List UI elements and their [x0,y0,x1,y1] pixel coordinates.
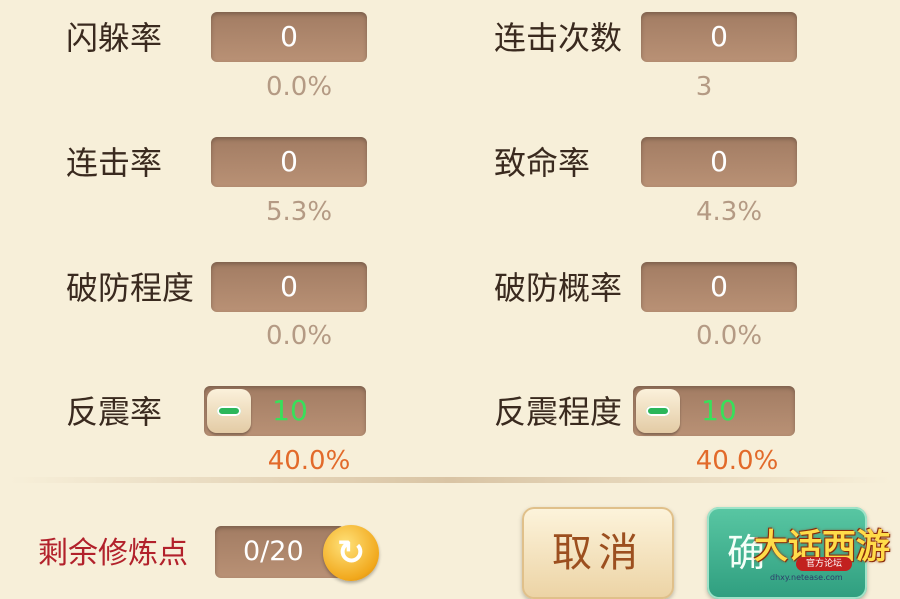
stat-percent-combo-rate: 5.3% [265,197,333,227]
stat-label-combo-count: 连击次数 [494,19,623,57]
stat-value-armor-break-degree: 0 [211,262,367,312]
stat-value-counter-rate: 10 [204,386,366,436]
stat-value-armor-break-chance: 0 [641,262,797,312]
stat-label-counter-rate: 反震率 [66,393,163,431]
stat-percent-crit-rate: 4.3% [695,197,763,227]
stat-label-counter-degree: 反震程度 [494,393,623,431]
stat-label-crit-rate: 致命率 [494,144,591,182]
counter-degree-points: 10 [701,394,737,427]
logo-url: dhxy.netease.com [770,573,843,582]
stat-percent-armor-break-chance: 0.0% [695,321,763,351]
stat-percent-armor-break-degree: 0.0% [265,321,333,351]
minus-icon [646,406,670,416]
cancel-button[interactable]: 取消 [522,507,674,599]
remaining-points-label: 剩余修炼点 [38,536,188,571]
divider [10,477,890,483]
stat-value-combo-rate: 0 [211,137,367,187]
decrease-counter-degree-button[interactable] [636,389,680,433]
stat-percent-dodge-rate: 0.0% [265,72,333,102]
counter-rate-points: 10 [272,394,308,427]
stat-value-crit-rate: 0 [641,137,797,187]
game-logo: 大话西游 官方论坛 dhxy.netease.com [752,519,892,589]
stat-percent-counter-degree: 40.0% [695,446,779,476]
stat-label-combo-rate: 连击率 [66,144,163,182]
stat-label-armor-break-degree: 破防程度 [66,269,195,307]
stat-percent-counter-rate: 40.0% [267,446,351,476]
refresh-icon: ↻ [336,533,366,573]
stat-label-armor-break-chance: 破防概率 [494,269,623,307]
stat-label-dodge-rate: 闪躲率 [66,19,163,57]
stat-value-dodge-rate: 0 [211,12,367,62]
stat-value-counter-degree: 10 [633,386,795,436]
decrease-counter-rate-button[interactable] [207,389,251,433]
stat-value-combo-count: 0 [641,12,797,62]
logo-badge: 官方论坛 [796,557,852,571]
reset-points-button[interactable]: ↻ [323,525,379,581]
minus-icon [217,406,241,416]
stat-percent-combo-count: 3 [695,72,713,102]
